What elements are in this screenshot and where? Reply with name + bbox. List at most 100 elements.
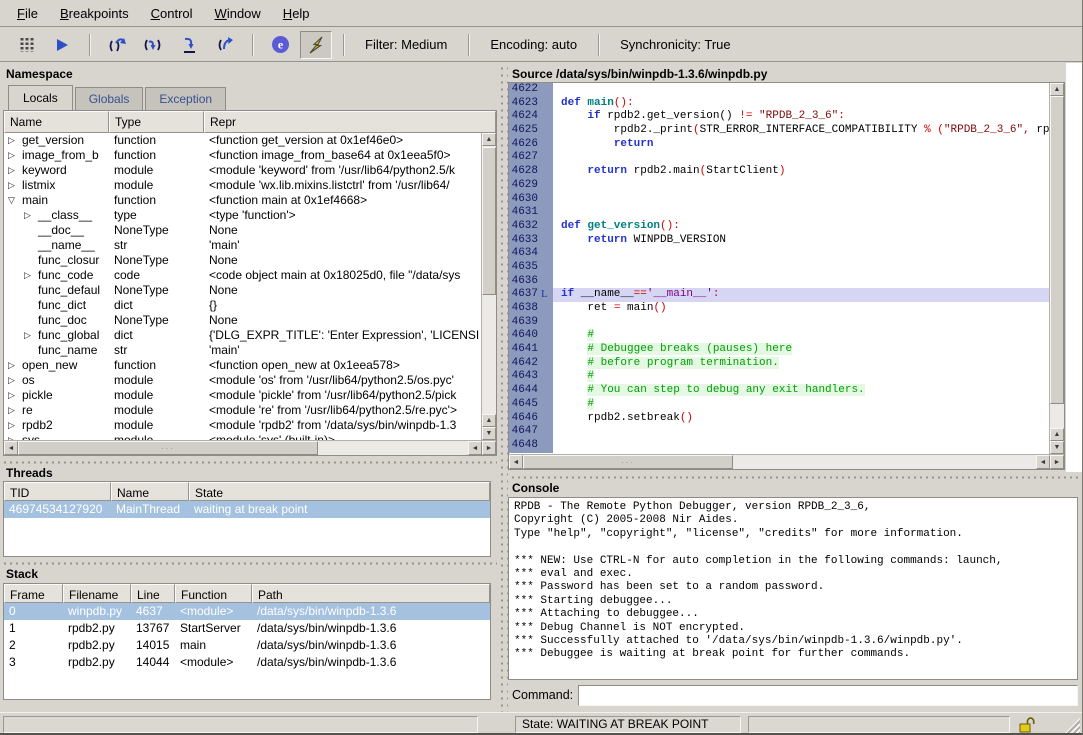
table-row[interactable]: __doc__NoneTypeNone <box>4 223 481 238</box>
scroll-down-icon[interactable]: ▼ <box>482 427 496 440</box>
source-line[interactable]: 4639 <box>509 316 1049 330</box>
line-gutter[interactable]: 4641 <box>509 343 553 357</box>
scroll-up-icon[interactable]: ▲ <box>1050 428 1064 441</box>
expand-icon[interactable]: ▷ <box>8 433 22 440</box>
table-row[interactable]: 3rpdb2.py14044<module>/data/sys/bin/winp… <box>4 654 490 671</box>
source-line[interactable]: 4635 <box>509 261 1049 275</box>
scroll-down-icon[interactable]: ▼ <box>1050 441 1064 454</box>
namespace-vertical-scrollbar[interactable]: ▲ ▲ ▼ <box>481 133 496 440</box>
column-header-path[interactable]: Path <box>252 584 490 603</box>
source-line[interactable]: 4636 <box>509 275 1049 289</box>
scroll-buttons[interactable]: ▲ ▼ <box>1050 428 1064 454</box>
tab-globals[interactable]: Globals <box>75 87 144 110</box>
table-row[interactable]: ▷image_from_bfunction<function image_fro… <box>4 148 481 163</box>
table-row[interactable]: func_namestr'main' <box>4 343 481 358</box>
menu-control[interactable]: Control <box>140 1 204 26</box>
expand-icon[interactable]: ▷ <box>8 418 22 433</box>
menu-help[interactable]: Help <box>272 1 321 26</box>
column-header-type[interactable]: Type <box>109 111 204 133</box>
collapse-icon[interactable]: ▽ <box>8 193 22 208</box>
expand-icon[interactable]: ▷ <box>8 373 22 388</box>
line-gutter[interactable]: 4631 <box>509 206 553 220</box>
line-gutter[interactable]: 4626 <box>509 138 553 152</box>
line-gutter[interactable]: 4633 <box>509 234 553 248</box>
table-row[interactable]: ▷sysmodule<module 'sys' (built-in)> <box>4 433 481 440</box>
source-line[interactable]: 4632def get_version(): <box>509 220 1049 234</box>
source-vertical-scrollbar[interactable]: ▲ ▲ ▼ <box>1049 83 1064 454</box>
line-gutter[interactable]: 4627 <box>509 151 553 165</box>
source-line[interactable]: 4641 # Debuggee breaks (pauses) here <box>509 343 1049 357</box>
column-header-name[interactable]: Name <box>111 482 189 501</box>
expand-icon[interactable]: ▷ <box>8 358 22 373</box>
tab-exception[interactable]: Exception <box>145 87 226 110</box>
line-gutter[interactable]: 4637L <box>509 288 553 302</box>
line-gutter[interactable]: 4632 <box>509 220 553 234</box>
line-gutter[interactable]: 4634 <box>509 247 553 261</box>
step-button[interactable] <box>137 31 169 59</box>
table-row[interactable]: ▷rpdb2module<module 'rpdb2' from '/data/… <box>4 418 481 433</box>
source-line[interactable]: 4633 return WINPDB_VERSION <box>509 234 1049 248</box>
source-line[interactable]: 4643 # <box>509 370 1049 384</box>
line-gutter[interactable]: 4645 <box>509 398 553 412</box>
expand-icon[interactable]: ▷ <box>24 268 38 283</box>
line-gutter[interactable]: 4628 <box>509 165 553 179</box>
source-line[interactable]: 4631 <box>509 206 1049 220</box>
line-gutter[interactable]: 4639 <box>509 316 553 330</box>
scroll-up-icon[interactable]: ▲ <box>482 133 496 146</box>
source-line[interactable]: 4645 # <box>509 398 1049 412</box>
column-header-tid[interactable]: TID <box>4 482 111 501</box>
line-gutter[interactable]: 4624 <box>509 110 553 124</box>
expand-icon[interactable]: ▷ <box>8 133 22 148</box>
source-line[interactable]: 4626 return <box>509 138 1049 152</box>
encoding-toggle-button[interactable]: e <box>264 31 296 59</box>
line-gutter[interactable]: 4623 <box>509 97 553 111</box>
source-line[interactable]: 4640 # <box>509 329 1049 343</box>
table-row[interactable]: ▷__class__type<type 'function'> <box>4 208 481 223</box>
scroll-left-icon[interactable]: ◄ <box>468 441 482 455</box>
source-line[interactable]: 4627 <box>509 151 1049 165</box>
menu-file[interactable]: File <box>6 1 49 26</box>
scroll-left-icon[interactable]: ◄ <box>4 441 18 455</box>
source-line[interactable]: 4623def main(): <box>509 97 1049 111</box>
source-console-sash[interactable] <box>508 472 1083 480</box>
column-header-filename[interactable]: Filename <box>63 584 131 603</box>
line-gutter[interactable]: 4644 <box>509 384 553 398</box>
scrollbar-thumb[interactable] <box>1050 96 1064 404</box>
table-row[interactable]: ▷osmodule<module 'os' from '/usr/lib64/p… <box>4 373 481 388</box>
source-line[interactable]: 4634 <box>509 247 1049 261</box>
namespace-threads-sash[interactable] <box>0 457 497 465</box>
column-header-repr[interactable]: Repr <box>204 111 496 133</box>
column-header-function[interactable]: Function <box>175 584 252 603</box>
table-row[interactable]: ▷keywordmodule<module 'keyword' from '/u… <box>4 163 481 178</box>
line-gutter[interactable]: 4648 <box>509 439 553 453</box>
table-row[interactable]: 46974534127920MainThreadwaiting at break… <box>4 501 490 518</box>
scrollbar-thumb[interactable]: ··· <box>18 441 318 455</box>
expand-icon[interactable]: ▷ <box>8 148 22 163</box>
line-gutter[interactable]: 4642 <box>509 357 553 371</box>
scroll-up-icon[interactable]: ▲ <box>482 414 496 427</box>
table-row[interactable]: 0winpdb.py4637<module>/data/sys/bin/winp… <box>4 603 490 620</box>
column-header-line[interactable]: Line <box>131 584 175 603</box>
source-line[interactable]: 4622 <box>509 83 1049 97</box>
table-row[interactable]: ▷picklemodule<module 'pickle' from '/usr… <box>4 388 481 403</box>
source-code-area[interactable]: 46224623def main():4624 if rpdb2.get_ver… <box>509 83 1049 454</box>
source-line[interactable]: 4642 # before program termination. <box>509 357 1049 371</box>
source-line[interactable]: 4638 ret = main() <box>509 302 1049 316</box>
source-line[interactable]: 4624 if rpdb2.get_version() != "RPDB_2_3… <box>509 110 1049 124</box>
resize-grip[interactable] <box>1065 718 1080 733</box>
source-horizontal-scrollbar[interactable]: ◄ ··· ◄ ► <box>509 454 1064 469</box>
table-row[interactable]: 2rpdb2.py14015main/data/sys/bin/winpdb-1… <box>4 637 490 654</box>
next-button[interactable] <box>101 31 133 59</box>
table-row[interactable]: ▷get_versionfunction<function get_versio… <box>4 133 481 148</box>
expand-icon[interactable]: ▷ <box>8 178 22 193</box>
namespace-horizontal-scrollbar[interactable]: ◄ ··· ◄ ► <box>4 440 496 455</box>
table-row[interactable]: func_closurNoneTypeNone <box>4 253 481 268</box>
expand-icon[interactable]: ▷ <box>8 388 22 403</box>
line-gutter[interactable]: 4643 <box>509 370 553 384</box>
table-row[interactable]: ▷func_globaldict{'DLG_EXPR_TITLE': 'Ente… <box>4 328 481 343</box>
scroll-buttons[interactable]: ▲ ▼ <box>482 414 496 440</box>
column-header-state[interactable]: State <box>189 482 490 501</box>
return-button[interactable] <box>209 31 241 59</box>
scroll-right-icon[interactable]: ► <box>1050 455 1064 469</box>
break-button[interactable] <box>10 31 42 59</box>
